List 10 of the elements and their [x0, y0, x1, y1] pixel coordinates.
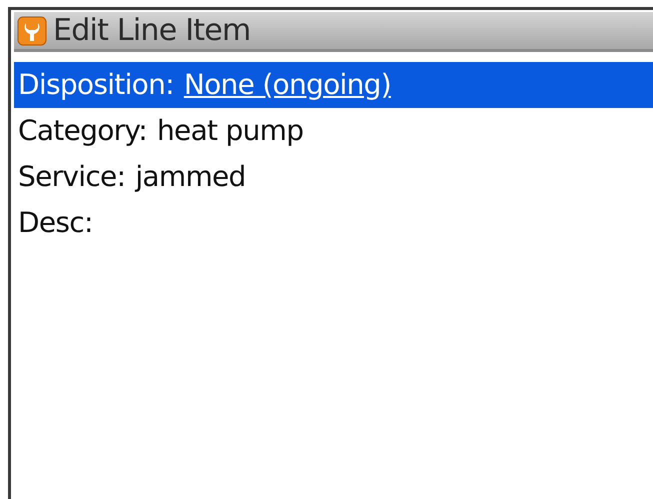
field-label: Disposition: [18, 71, 174, 99]
wrench-icon [17, 16, 47, 46]
choice-value[interactable]: None (ongoing) [184, 71, 391, 99]
field-label: Category: [18, 117, 147, 145]
form-row[interactable]: Disposition: None (ongoing) [14, 62, 653, 108]
field-label: Service: [18, 163, 126, 191]
window-title: Edit Line Item [53, 16, 250, 46]
field-value[interactable]: heat pump [157, 117, 304, 145]
field-value[interactable]: jammed [135, 163, 246, 191]
field-label: Desc: [18, 209, 93, 237]
